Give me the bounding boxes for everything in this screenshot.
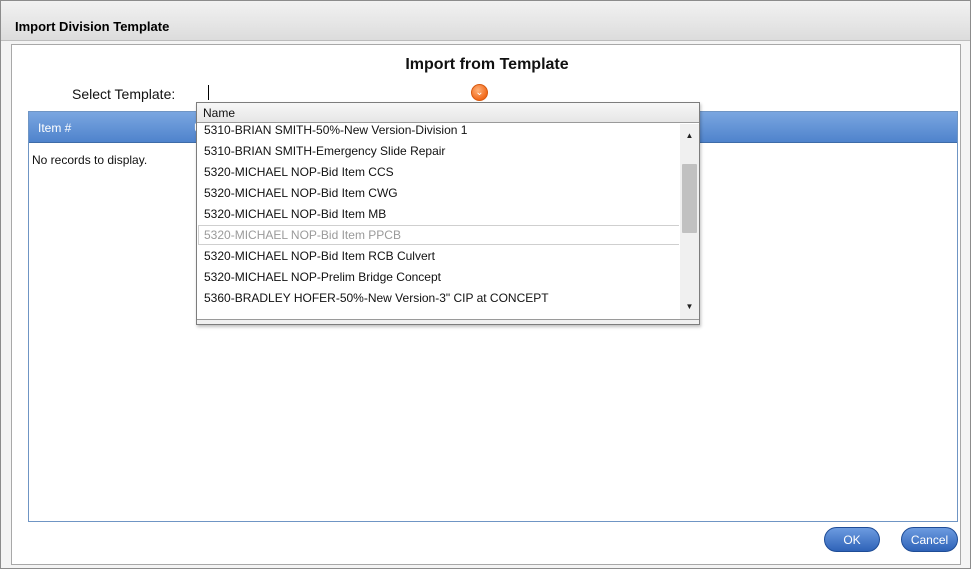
dropdown-option[interactable]: 5320-MICHAEL NOP-Bid Item CWG [198,183,679,203]
ok-button[interactable]: OK [824,527,880,552]
select-template-label: Select Template: [72,86,176,102]
dropdown-option[interactable]: 5320-MICHAEL NOP-Prelim Bridge Concept [198,267,679,287]
dropdown-scrollbar[interactable]: ▲ ▼ [680,124,699,319]
grid-empty-message: No records to display. [32,153,148,167]
dropdown-option-hovered[interactable]: 5320-MICHAEL NOP-Bid Item PPCB [198,225,679,245]
title-bar[interactable]: Import Division Template [1,1,970,41]
dialog-heading: Import from Template [405,56,569,73]
dropdown-option[interactable]: 5310-BRIAN SMITH-50%-New Version-Divisio… [198,123,679,140]
column-header-item-number[interactable]: Item # [38,121,71,135]
template-dropdown-list: Name 5310-BRIAN SMITH-50%-New Version-Di… [196,102,700,325]
dropdown-option[interactable]: 5310-BRIAN SMITH-Emergency Slide Repair [198,141,679,161]
dropdown-option[interactable]: 5320-MICHAEL NOP-Bid Item RCB Culvert [198,246,679,266]
dropdown-header-name: Name [197,103,699,123]
text-caret [208,85,209,100]
triangle-down-icon[interactable]: ▼ [680,299,699,315]
dropdown-toggle-button[interactable]: ⌄ [471,84,488,101]
scrollbar-thumb[interactable] [682,164,697,233]
dropdown-option[interactable]: 5360-BRADLEY HOFER-50%-New Version-3" CI… [198,288,679,308]
dropdown-options: 5310-BRIAN SMITH-50%-New Version-Divisio… [197,123,679,319]
triangle-up-icon[interactable]: ▲ [680,128,699,144]
dropdown-option[interactable]: 5320-MICHAEL NOP-Bid Item CCS [198,162,679,182]
window-title: Import Division Template [15,19,170,34]
cancel-button[interactable]: Cancel [901,527,958,552]
select-template-input[interactable] [205,83,457,103]
chevron-down-icon: ⌄ [475,86,484,98]
dropdown-option[interactable]: 5320-MICHAEL NOP-Bid Item MB [198,204,679,224]
dropdown-footer [197,319,699,324]
